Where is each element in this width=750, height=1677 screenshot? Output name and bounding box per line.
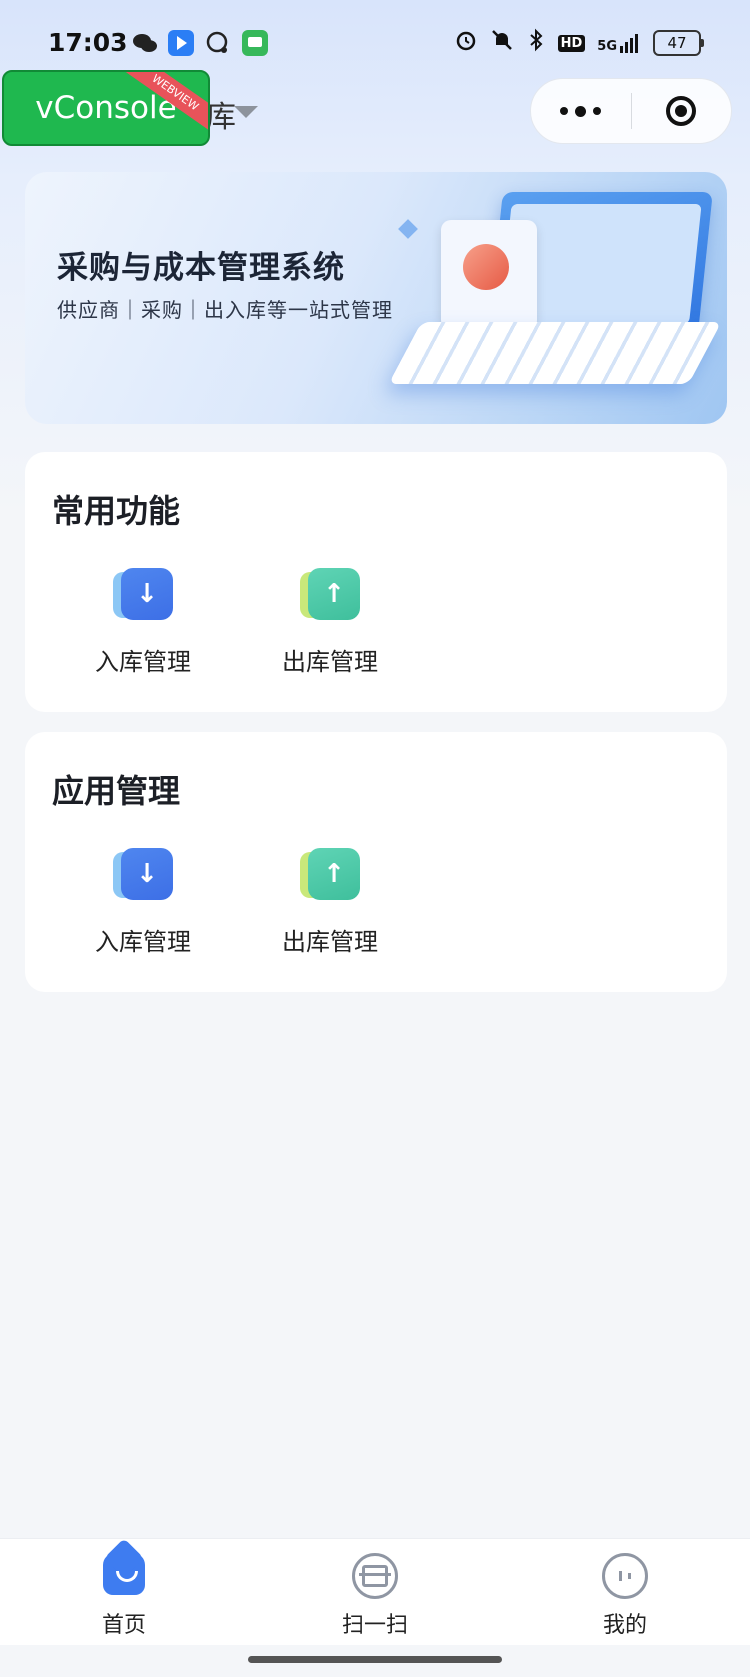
hd-icon: HD bbox=[557, 34, 586, 52]
home-icon bbox=[101, 1553, 147, 1599]
vconsole-button[interactable]: vConsole WEBVIEW bbox=[2, 70, 210, 146]
diamond-decoration bbox=[398, 219, 418, 239]
func-label: 出库管理 bbox=[282, 928, 378, 956]
inbound-management-button[interactable]: ↓ 入库管理 bbox=[78, 568, 208, 677]
mute-bell-icon bbox=[490, 28, 514, 58]
more-dot-icon bbox=[593, 107, 602, 115]
battery-level: 47 bbox=[653, 30, 701, 56]
miniprogram-capsule bbox=[530, 78, 732, 144]
blue-app-icon bbox=[168, 30, 194, 56]
tab-label: 首页 bbox=[101, 1613, 146, 1638]
tab-label: 扫一扫 bbox=[341, 1613, 408, 1638]
func-label: 出库管理 bbox=[282, 648, 378, 676]
alarm-icon bbox=[454, 28, 478, 58]
more-dot-icon bbox=[560, 107, 569, 115]
outbound-management-button[interactable]: ↑ 出库管理 bbox=[265, 848, 395, 957]
common-functions-card: 常用功能 ↓ 入库管理 ↑ 出库管理 bbox=[25, 452, 727, 712]
page-title: 库 bbox=[206, 100, 236, 135]
tab-home[interactable]: 首页 bbox=[64, 1553, 184, 1639]
arrow-up-icon: ↑ bbox=[300, 848, 360, 902]
arrow-down-icon: ↓ bbox=[113, 568, 173, 622]
arrow-up-icon: ↑ bbox=[300, 568, 360, 622]
arrow-down-icon: ↓ bbox=[113, 848, 173, 902]
inbound-management-button[interactable]: ↓ 入库管理 bbox=[78, 848, 208, 957]
banner-subtitle: 供应商｜采购｜出入库等一站式管理 bbox=[57, 298, 393, 322]
tab-scan[interactable]: 扫一扫 bbox=[315, 1553, 435, 1639]
func-label: 入库管理 bbox=[95, 928, 191, 956]
status-time: 17:03 bbox=[48, 28, 128, 57]
signal-icon: 5G bbox=[597, 32, 641, 54]
banner-title: 采购与成本管理系统 bbox=[57, 250, 345, 286]
more-dot-icon bbox=[575, 105, 587, 117]
dropdown-caret-icon[interactable] bbox=[234, 106, 258, 118]
wechat-icon bbox=[132, 30, 158, 56]
close-miniprogram-button[interactable] bbox=[632, 79, 732, 143]
promo-banner[interactable]: 采购与成本管理系统 供应商｜采购｜出入库等一站式管理 bbox=[25, 172, 727, 424]
status-right-icons: HD 5G 47 bbox=[454, 28, 704, 58]
func-label: 入库管理 bbox=[95, 648, 191, 676]
home-indicator[interactable] bbox=[248, 1656, 502, 1663]
vconsole-label: vConsole bbox=[35, 90, 177, 126]
scan-icon bbox=[352, 1553, 398, 1599]
section-title: 常用功能 bbox=[52, 492, 181, 530]
upload-card-illustration bbox=[441, 220, 537, 330]
tab-label: 我的 bbox=[602, 1613, 647, 1638]
chat-bubble-icon bbox=[204, 30, 230, 56]
keyboard-illustration bbox=[388, 322, 722, 384]
profile-icon bbox=[602, 1553, 648, 1599]
app-management-card: 应用管理 ↓ 入库管理 ↑ 出库管理 bbox=[25, 732, 727, 992]
tab-profile[interactable]: 我的 bbox=[565, 1553, 685, 1639]
outbound-management-button[interactable]: ↑ 出库管理 bbox=[265, 568, 395, 677]
section-title: 应用管理 bbox=[52, 772, 181, 810]
bottom-tab-bar: 首页 扫一扫 我的 bbox=[0, 1538, 750, 1645]
bluetooth-icon bbox=[526, 28, 546, 58]
green-message-icon bbox=[242, 30, 268, 56]
target-icon bbox=[666, 96, 697, 126]
more-button[interactable] bbox=[531, 79, 631, 143]
network-type: 5G bbox=[597, 39, 617, 54]
battery-icon: 47 bbox=[653, 30, 704, 56]
